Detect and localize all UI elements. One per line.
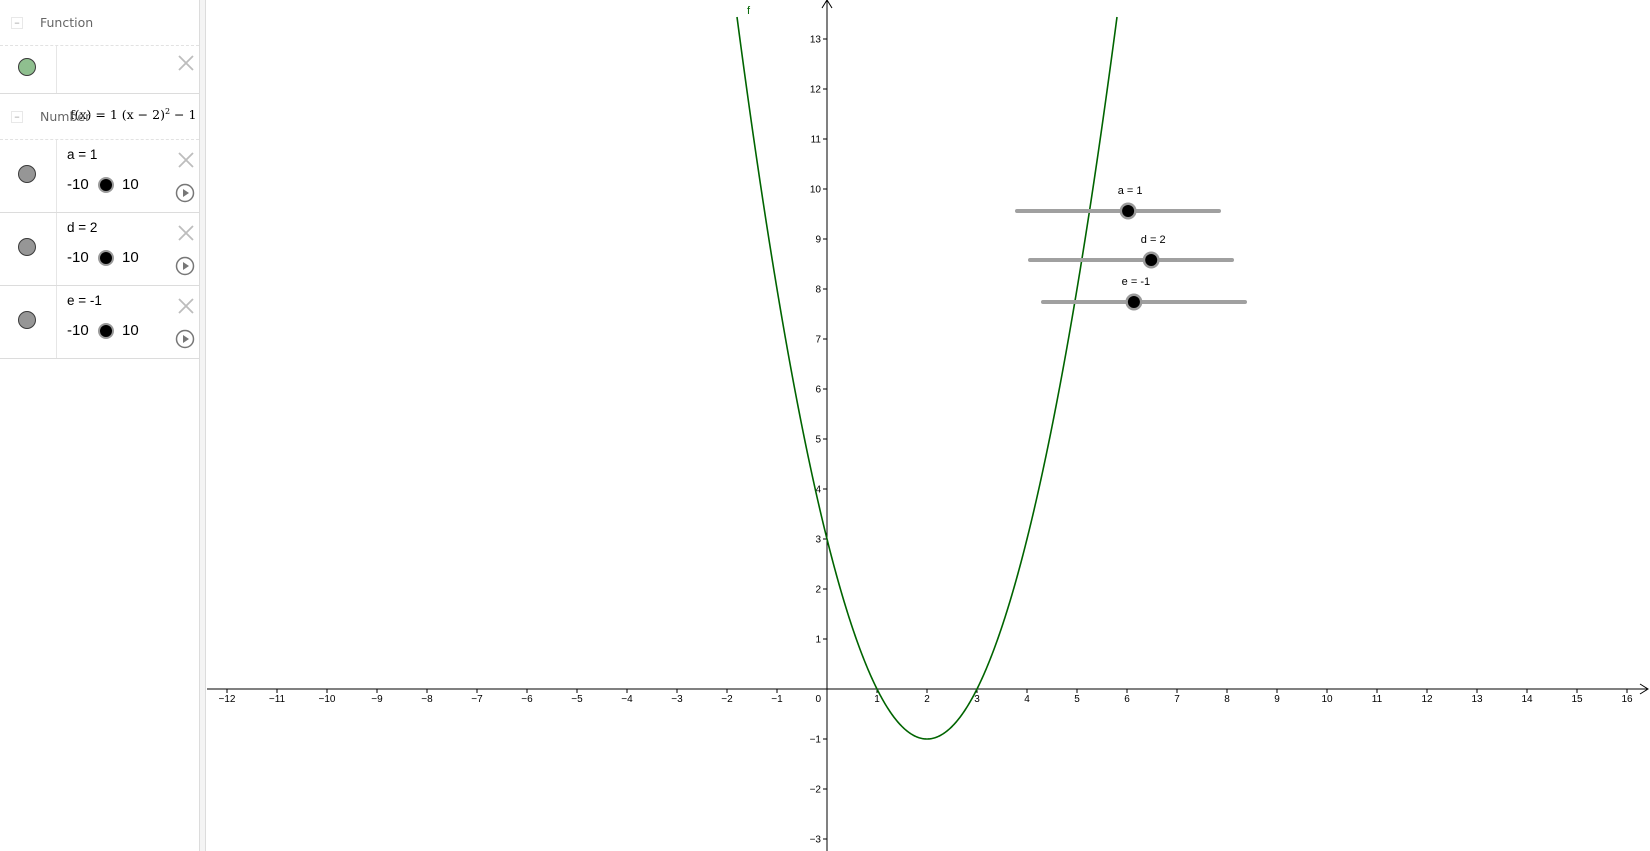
x-tick-label: −12 bbox=[219, 694, 236, 705]
y-tick-label: −1 bbox=[810, 735, 822, 746]
slider-min-a: -10 bbox=[67, 176, 89, 193]
geogebra-app: – Function f(x) = 1 (x − 2)2 − 1 – Numbe… bbox=[0, 0, 1650, 851]
group-header-number[interactable]: – Number bbox=[0, 94, 199, 140]
y-tick-label: 2 bbox=[815, 585, 821, 596]
collapse-icon[interactable]: – bbox=[11, 17, 23, 29]
x-tick-label: 3 bbox=[974, 694, 980, 705]
x-tick-label: −2 bbox=[721, 694, 733, 705]
x-tick-label: −7 bbox=[471, 694, 483, 705]
y-tick-label: 6 bbox=[815, 385, 821, 396]
slider-thumb[interactable] bbox=[1145, 254, 1158, 266]
x-tick-label: −4 bbox=[621, 694, 633, 705]
graphics-view[interactable]: −12 −11 −10 −9 −8 −7 −6 −5 −4 −3 −2 −1 1 2 3 4 5 6 7 8 9 10 11… bbox=[207, 0, 1650, 851]
algebra-item-function-f[interactable]: f(x) = 1 (x − 2)2 − 1 bbox=[0, 46, 199, 122]
slider-max-e: 10 bbox=[122, 322, 139, 339]
slider-min-d: -10 bbox=[67, 249, 89, 266]
x-tick-label: 1 bbox=[874, 694, 880, 705]
x-tick-label: 2 bbox=[924, 694, 930, 705]
x-tick-label: 14 bbox=[1521, 694, 1533, 705]
x-tick-label: 8 bbox=[1224, 694, 1230, 705]
slider-thumb-d[interactable] bbox=[96, 248, 116, 268]
group-label-function: Function bbox=[40, 15, 94, 30]
number-label-a[interactable]: a = 1 bbox=[67, 147, 97, 162]
visibility-toggle-e[interactable] bbox=[18, 311, 36, 329]
play-icon[interactable] bbox=[175, 256, 195, 276]
number-label-e[interactable]: e = -1 bbox=[67, 293, 102, 308]
delete-icon[interactable] bbox=[177, 54, 195, 72]
y-tick-label: 13 bbox=[810, 35, 822, 46]
play-icon[interactable] bbox=[175, 329, 195, 349]
y-tick-label: 5 bbox=[815, 435, 821, 446]
x-tick-label: −3 bbox=[671, 694, 683, 705]
slider-min-e: -10 bbox=[67, 322, 89, 339]
y-tick-label: 10 bbox=[810, 185, 822, 196]
x-tick-label: −8 bbox=[421, 694, 433, 705]
algebra-view: – Function f(x) = 1 (x − 2)2 − 1 – Numbe… bbox=[0, 0, 200, 851]
x-tick-label: 15 bbox=[1571, 694, 1583, 705]
x-tick-label: 11 bbox=[1372, 694, 1383, 705]
x-tick-label: −10 bbox=[319, 694, 336, 705]
slider-label: e = -1 bbox=[1122, 276, 1150, 288]
y-tick-label: 8 bbox=[815, 285, 821, 296]
slider-thumb[interactable] bbox=[1127, 296, 1140, 308]
x-tick-label: 7 bbox=[1174, 694, 1180, 705]
x-tick-label: −9 bbox=[371, 694, 383, 705]
algebra-item-slider-e[interactable]: e = -1 -10 10 bbox=[0, 286, 199, 359]
x-tick-label: −5 bbox=[571, 694, 583, 705]
y-tick-label: 9 bbox=[815, 235, 821, 246]
algebra-item-slider-d[interactable]: d = 2 -10 10 bbox=[0, 213, 199, 286]
x-tick-label: 10 bbox=[1321, 694, 1333, 705]
view-splitter[interactable] bbox=[200, 0, 206, 851]
number-label-d[interactable]: d = 2 bbox=[67, 220, 97, 235]
visibility-toggle-d[interactable] bbox=[18, 238, 36, 256]
delete-icon[interactable] bbox=[177, 224, 195, 242]
origin-label: 0 bbox=[815, 694, 821, 705]
x-tick-label: 6 bbox=[1124, 694, 1130, 705]
slider-max-a: 10 bbox=[122, 176, 139, 193]
slider-thumb-e[interactable] bbox=[96, 321, 116, 341]
x-tick-label: 13 bbox=[1471, 694, 1483, 705]
y-tick-label: 11 bbox=[811, 135, 822, 146]
x-tick-label: −6 bbox=[521, 694, 533, 705]
marble-cell bbox=[0, 46, 57, 93]
marble-cell bbox=[0, 140, 57, 212]
y-tick-label: 12 bbox=[810, 85, 822, 96]
slider-label: d = 2 bbox=[1141, 234, 1166, 246]
function-label-f: f bbox=[747, 5, 751, 17]
y-tick-label: 3 bbox=[815, 535, 821, 546]
x-tick-label: 4 bbox=[1024, 694, 1030, 705]
group-label-number: Number bbox=[40, 109, 91, 124]
y-tick-label: −3 bbox=[810, 835, 822, 846]
x-tick-label: 5 bbox=[1074, 694, 1080, 705]
play-icon[interactable] bbox=[175, 183, 195, 203]
y-tick-label: 7 bbox=[815, 335, 821, 346]
delete-icon[interactable] bbox=[177, 297, 195, 315]
marble-cell bbox=[0, 286, 57, 358]
group-header-function[interactable]: – Function bbox=[0, 0, 199, 46]
slider-max-d: 10 bbox=[122, 249, 139, 266]
graphics-canvas[interactable]: −12 −11 −10 −9 −8 −7 −6 −5 −4 −3 −2 −1 1 2 3 4 5 6 7 8 9 10 11… bbox=[207, 0, 1650, 851]
slider-thumb-a[interactable] bbox=[96, 175, 116, 195]
delete-icon[interactable] bbox=[177, 151, 195, 169]
x-tick-label: 16 bbox=[1621, 694, 1633, 705]
x-tick-label: −11 bbox=[269, 694, 286, 705]
slider-thumb[interactable] bbox=[1122, 205, 1135, 217]
collapse-icon[interactable]: – bbox=[11, 111, 23, 123]
y-tick-label: 1 bbox=[815, 635, 821, 646]
slider-label: a = 1 bbox=[1118, 185, 1143, 197]
x-tick-label: 12 bbox=[1421, 694, 1433, 705]
marble-cell bbox=[0, 213, 57, 285]
visibility-toggle-a[interactable] bbox=[18, 165, 36, 183]
y-tick-label: −2 bbox=[810, 785, 822, 796]
x-tick-label: 9 bbox=[1274, 694, 1280, 705]
x-tick-label: −1 bbox=[771, 694, 783, 705]
algebra-item-slider-a[interactable]: a = 1 -10 10 bbox=[0, 140, 199, 213]
visibility-toggle-f[interactable] bbox=[18, 58, 36, 76]
function-curve-f[interactable] bbox=[736, 16, 1118, 740]
